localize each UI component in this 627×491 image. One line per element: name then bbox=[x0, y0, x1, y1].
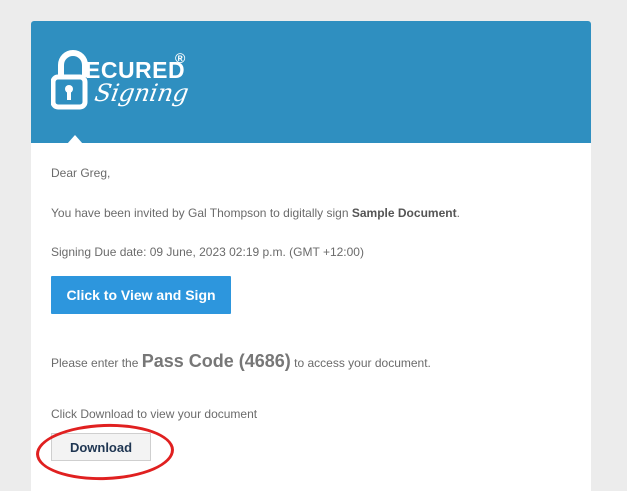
pass-suffix: to access your document. bbox=[290, 356, 431, 370]
download-instruction: Click Download to view your document bbox=[51, 407, 258, 421]
view-and-sign-button[interactable]: Click to View and Sign bbox=[51, 276, 231, 314]
email-header: ECURED ® Signing bbox=[31, 21, 591, 144]
greeting: Dear Greg, bbox=[51, 166, 111, 180]
email-card: ECURED ® Signing Dear Greg, You have bee… bbox=[31, 21, 591, 491]
invite-text: You have been invited by Gal Thompson to… bbox=[51, 206, 460, 220]
invite-suffix: . bbox=[456, 206, 460, 220]
invite-prefix: You have been invited by Gal Thompson to… bbox=[51, 206, 352, 220]
pass-code: Pass Code (4686) bbox=[141, 351, 291, 371]
logo-script: Signing bbox=[92, 79, 191, 107]
pass-prefix: Please enter the bbox=[51, 356, 142, 370]
document-name: Sample Document bbox=[351, 206, 457, 220]
registered-mark: ® bbox=[175, 50, 186, 66]
due-date-text: Signing Due date: 09 June, 2023 02:19 p.… bbox=[51, 245, 364, 259]
secured-signing-logo: ECURED ® Signing bbox=[51, 49, 191, 113]
pass-code-text: Please enter the Pass Code (4686) to acc… bbox=[51, 351, 431, 372]
